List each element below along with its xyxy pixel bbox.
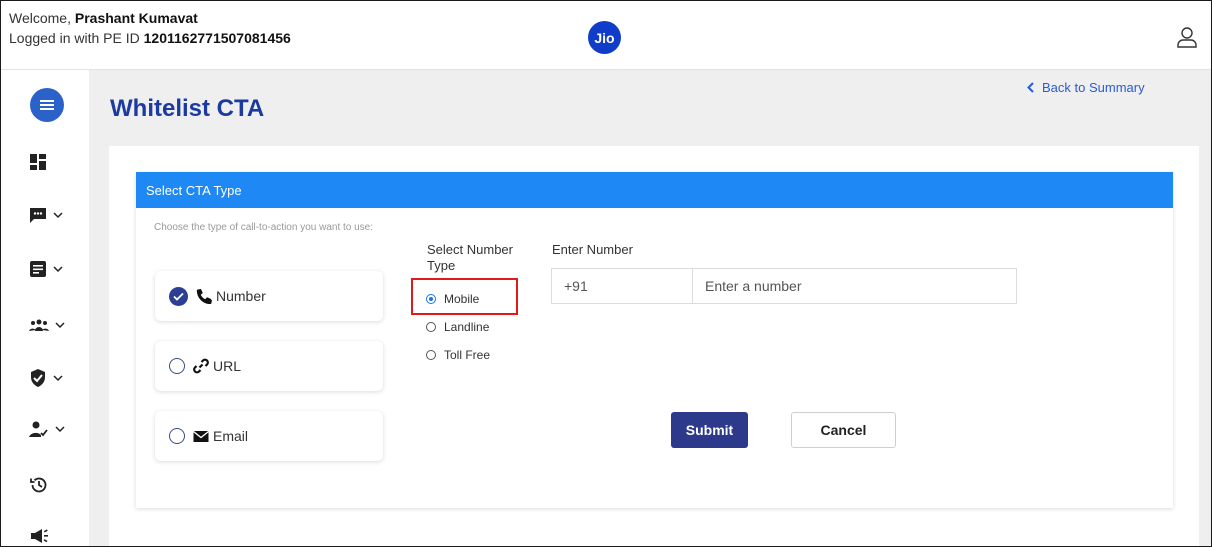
link-icon [193,358,209,374]
cta-option-url[interactable]: URL [155,341,383,391]
chevron-down-icon [53,375,63,382]
sidebar [1,70,89,546]
template-icon [30,261,46,277]
user-check-icon [29,421,48,437]
menu-icon [40,100,54,110]
shield-check-icon [31,369,45,387]
cta-option-email[interactable]: Email [155,411,383,461]
check-circle-icon [169,286,188,306]
menu-button[interactable] [30,88,64,122]
sidebar-item-history[interactable] [29,475,49,495]
cta-option-label: URL [213,358,242,374]
cancel-button[interactable]: Cancel [791,412,896,448]
annotation-highlight-box [411,278,518,315]
cta-option-number[interactable]: Number [155,271,383,321]
country-code-field: +91 [551,268,693,304]
sidebar-item-campaigns[interactable] [29,527,49,545]
sidebar-item-security[interactable] [29,368,63,388]
dashboard-icon [30,154,46,170]
logo-text: Jio [594,29,615,46]
app-window: Welcome, Prashant Kumavat Logged in with… [0,0,1212,547]
number-type-label-toll-free: Toll Free [444,348,491,362]
cta-option-label: Email [213,428,249,444]
number-type-label: Select Number Type [427,242,513,273]
enter-number-label: Enter Number [552,242,633,257]
number-type-landline[interactable]: Landline [426,320,489,334]
user-name: Prashant Kumavat [74,10,198,26]
chevron-down-icon [53,212,63,219]
cta-hint: Choose the type of call-to-action you wa… [154,222,374,233]
megaphone-icon [31,529,48,543]
number-type-toll-free[interactable]: Toll Free [426,348,490,362]
group-icon [29,319,49,331]
cta-panel-header: Select CTA Type [136,172,1173,208]
jio-logo: Jio [588,21,621,54]
envelope-icon [193,430,209,443]
login-prefix: Logged in with PE ID [9,30,144,46]
radio-circle-icon [169,428,185,444]
chevron-down-icon [55,322,65,329]
top-header: Welcome, Prashant Kumavat Logged in with… [1,1,1211,70]
main-content: Whitelist CTA Back to Summary Select CTA… [89,70,1211,546]
phone-icon [196,288,212,304]
cta-panel: Select CTA Type Choose the type of call-… [136,172,1173,508]
sidebar-item-dashboard[interactable] [29,153,47,171]
chevron-down-icon [53,266,63,273]
radio-icon [426,350,436,360]
radio-circle-icon [169,358,185,374]
number-type-label-landline: Landline [444,320,490,334]
cta-option-label: Number [216,288,266,304]
submit-button[interactable]: Submit [671,412,748,448]
back-to-summary-link[interactable]: Back to Summary [1027,80,1145,95]
back-link-label: Back to Summary [1042,80,1145,95]
sidebar-item-messages[interactable] [29,206,63,224]
user-outline-icon[interactable] [1175,25,1199,49]
welcome-prefix: Welcome, [9,10,75,26]
chevron-down-icon [55,426,65,433]
chevron-left-icon [1027,82,1034,93]
pe-id: 1201162771507081456 [143,30,291,46]
sidebar-item-templates[interactable] [29,260,63,278]
content-card: Select CTA Type Choose the type of call-… [109,146,1199,546]
welcome-text: Welcome, Prashant Kumavat Logged in with… [9,8,291,48]
radio-icon [426,322,436,332]
phone-number-input[interactable] [692,268,1017,304]
history-icon [30,477,47,493]
sidebar-item-groups[interactable] [29,316,65,334]
sidebar-item-users[interactable] [29,420,65,438]
message-icon [30,208,46,223]
page-title: Whitelist CTA [110,95,265,122]
